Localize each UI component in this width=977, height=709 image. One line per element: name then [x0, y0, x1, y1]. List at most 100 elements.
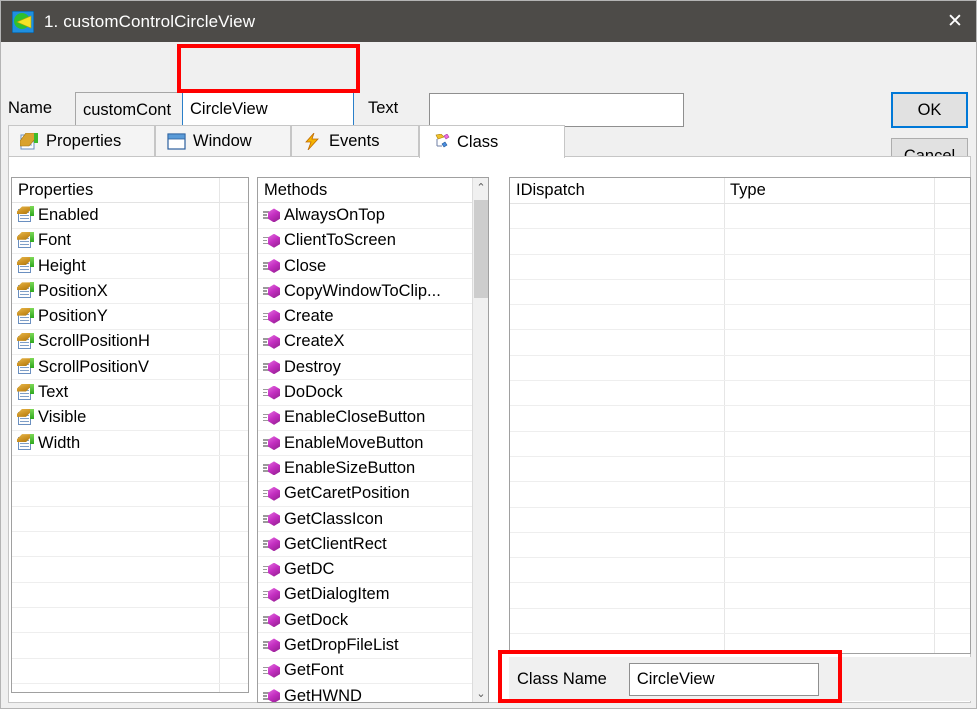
tab-class[interactable]: Class	[419, 125, 565, 158]
properties-list-item[interactable]: Width	[12, 431, 248, 457]
methods-list-item[interactable]: Create	[258, 304, 488, 330]
methods-list-item-label: GetFont	[284, 661, 344, 680]
properties-list-item[interactable]: Font	[12, 229, 248, 254]
properties-list-item-label: Visible	[38, 408, 87, 427]
methods-list-item[interactable]: GetFont	[258, 659, 488, 684]
title-bar: 1. customControlCircleView ✕	[1, 1, 976, 42]
dispatch-empty-row[interactable]	[510, 482, 970, 508]
dispatch-empty-row[interactable]	[510, 330, 970, 356]
properties-list-item-label: Width	[38, 433, 81, 452]
properties-list-item-label: ScrollPositionH	[38, 332, 150, 351]
properties-list-item[interactable]: Height	[12, 254, 248, 280]
dispatch-empty-row[interactable]	[510, 634, 970, 653]
methods-list-item[interactable]: ClientToScreen	[258, 229, 488, 254]
dispatch-empty-row[interactable]	[510, 508, 970, 533]
properties-list-item[interactable]: PositionY	[12, 304, 248, 330]
methods-list-item[interactable]: Destroy	[258, 355, 488, 381]
tab-properties[interactable]: Properties	[8, 125, 155, 157]
methods-list-item[interactable]: CreateX	[258, 330, 488, 356]
properties-empty-row[interactable]	[12, 557, 248, 583]
class-name-input[interactable]: CircleView	[628, 662, 819, 696]
dispatch-empty-row[interactable]	[510, 381, 970, 407]
methods-grid-header-label: Methods	[264, 180, 328, 199]
properties-empty-row[interactable]	[12, 482, 248, 507]
methods-list-item-label: EnableSizeButton	[284, 458, 416, 477]
method-icon	[263, 232, 281, 250]
close-icon[interactable]: ✕	[932, 1, 976, 42]
dispatch-empty-row[interactable]	[510, 356, 970, 382]
tab-window[interactable]: Window	[155, 125, 291, 157]
properties-list-item[interactable]: Visible	[12, 406, 248, 431]
properties-list-item[interactable]: Enabled	[12, 203, 248, 229]
methods-list-item-label: GetClassIcon	[284, 509, 384, 528]
methods-list-item[interactable]: GetDropFileList	[258, 633, 488, 659]
methods-list-item[interactable]: GetDialogItem	[258, 583, 488, 609]
dispatch-empty-row[interactable]	[510, 583, 970, 609]
properties-list-item[interactable]: ScrollPositionH	[12, 330, 248, 356]
properties-list-item-label: PositionY	[38, 307, 108, 326]
methods-list-item[interactable]: GetCaretPosition	[258, 482, 488, 507]
method-icon	[263, 561, 281, 579]
properties-empty-row[interactable]	[12, 532, 248, 558]
methods-list-item[interactable]: Close	[258, 254, 488, 280]
properties-list-item-label: ScrollPositionV	[38, 357, 149, 376]
properties-grid[interactable]: Properties Enabled Font Height PositionX Posi…	[11, 177, 249, 693]
methods-list-item[interactable]: EnableMoveButton	[258, 431, 488, 457]
tab-events[interactable]: Events	[291, 125, 419, 157]
dispatch-empty-row[interactable]	[510, 432, 970, 457]
methods-scrollbar[interactable]: ⌃ ⌄	[472, 178, 488, 702]
property-icon	[17, 332, 35, 351]
property-icon	[17, 307, 35, 326]
methods-list-item[interactable]: AlwaysOnTop	[258, 203, 488, 229]
properties-empty-row[interactable]	[12, 659, 248, 684]
tab-window-label: Window	[193, 132, 252, 150]
methods-list-item[interactable]: GetDock	[258, 608, 488, 634]
properties-empty-row[interactable]	[12, 583, 248, 609]
text-input[interactable]	[429, 93, 684, 127]
dispatch-empty-row[interactable]	[510, 255, 970, 280]
methods-list-item[interactable]: DoDock	[258, 380, 488, 406]
dispatch-empty-row[interactable]	[510, 533, 970, 559]
methods-list-item[interactable]: GetClassIcon	[258, 507, 488, 533]
dispatch-empty-row[interactable]	[510, 305, 970, 331]
dispatch-empty-row[interactable]	[510, 229, 970, 255]
properties-list-item-label: Font	[38, 231, 72, 250]
methods-list-item[interactable]: GetDC	[258, 557, 488, 583]
properties-empty-row[interactable]	[12, 608, 248, 634]
methods-list-item[interactable]: EnableSizeButton	[258, 456, 488, 482]
name-input[interactable]: CircleView	[182, 90, 354, 129]
dispatch-empty-row[interactable]	[510, 558, 970, 584]
dispatch-grid-header: IDispatch Type	[510, 178, 970, 204]
scroll-down-icon[interactable]: ⌄	[473, 684, 489, 702]
properties-empty-row[interactable]	[12, 633, 248, 659]
methods-list-item-label: Destroy	[284, 357, 341, 376]
properties-empty-row[interactable]	[12, 507, 248, 533]
dispatch-grid[interactable]: IDispatch Type	[509, 177, 971, 654]
methods-list-item[interactable]: GetHWND	[258, 684, 488, 703]
tab-strip: Properties Window Events Class	[8, 125, 971, 158]
dispatch-col-idispatch-header: IDispatch	[516, 181, 585, 199]
dispatch-empty-row[interactable]	[510, 609, 970, 635]
methods-list-item[interactable]: GetClientRect	[258, 532, 488, 558]
ok-button[interactable]: OK	[891, 92, 968, 128]
methods-grid[interactable]: Methods AlwaysOnTop ClientToScreen Close Cop…	[257, 177, 489, 703]
methods-list-item-label: GetHWND	[284, 686, 362, 703]
dispatch-empty-row[interactable]	[510, 406, 970, 432]
dispatch-empty-row[interactable]	[510, 204, 970, 230]
header-bar: Name customCont CircleView Text OK Cance…	[1, 42, 976, 174]
properties-list-item[interactable]: Text	[12, 380, 248, 406]
properties-list-item[interactable]: ScrollPositionV	[12, 355, 248, 381]
window-title: 1. customControlCircleView	[44, 11, 256, 31]
method-icon	[263, 636, 281, 654]
scrollbar-thumb[interactable]	[474, 200, 488, 298]
methods-list-item[interactable]: EnableCloseButton	[258, 406, 488, 431]
dispatch-empty-row[interactable]	[510, 457, 970, 483]
scroll-up-icon[interactable]: ⌃	[473, 178, 489, 196]
methods-list-item-label: Close	[284, 256, 327, 275]
properties-empty-row[interactable]	[12, 456, 248, 482]
dispatch-empty-row[interactable]	[510, 280, 970, 306]
properties-empty-row[interactable]	[12, 684, 248, 692]
methods-grid-header: Methods	[258, 178, 488, 204]
methods-list-item[interactable]: CopyWindowToClip...	[258, 279, 488, 305]
properties-list-item[interactable]: PositionX	[12, 279, 248, 305]
